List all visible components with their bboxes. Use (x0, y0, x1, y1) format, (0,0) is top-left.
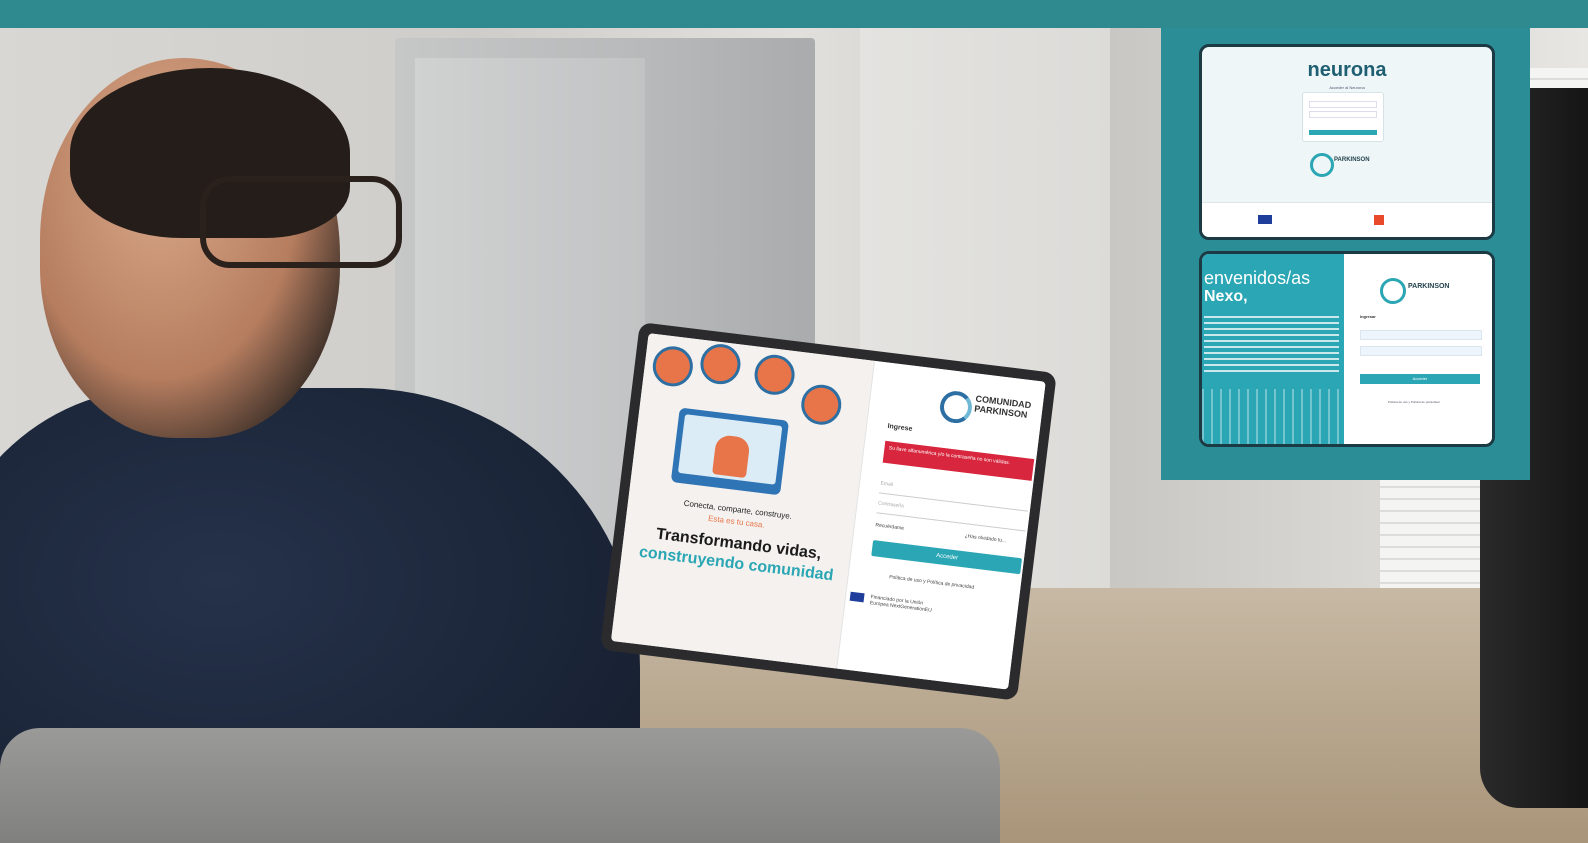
neurona-subtitle: Acceder al Neurona (1329, 85, 1365, 90)
parkinson-logo-text: PARKINSON (1408, 283, 1450, 290)
flower-illustration (1202, 389, 1344, 444)
comunidad-logo-icon (938, 389, 975, 426)
inset-screenshots-panel: neurona Acceder al Neurona PARKINSON env… (1161, 28, 1530, 480)
password-field[interactable] (1309, 111, 1377, 118)
privacy-link[interactable]: Política de uso y Política de privacidad (889, 574, 975, 590)
top-teal-banner (0, 0, 1588, 28)
sofa-cushion (0, 728, 1000, 843)
neurona-login-card: neurona Acceder al Neurona PARKINSON (1199, 44, 1495, 240)
glasses (200, 176, 402, 268)
monitor-illustration (670, 407, 790, 496)
remember-checkbox[interactable]: Recuérdame (875, 522, 904, 531)
eu-flag-icon (1258, 215, 1272, 224)
person-figure-icon (712, 434, 751, 479)
avatar-icon (698, 341, 743, 387)
funding-text: Financiado por la Unión Europea NextGene… (869, 594, 933, 614)
welcome-body-text (1204, 316, 1339, 376)
parkinson-logo-text: PARKINSON (1334, 157, 1370, 163)
recovery-plan-icon (1374, 215, 1384, 225)
form-title: Ingrese (887, 422, 913, 433)
parkinson-logo-icon (1380, 278, 1406, 304)
logo-text: COMUNIDAD PARKINSON (974, 394, 1032, 421)
email-field[interactable] (1360, 330, 1482, 340)
privacy-link[interactable]: Política de uso y Política de privacidad (1388, 400, 1439, 404)
avatar-icon (650, 344, 696, 389)
login-button[interactable]: Acceder (1360, 374, 1480, 384)
neurona-logo: neurona (1307, 59, 1387, 81)
neurona-login-form (1302, 92, 1384, 142)
funding-footer (1202, 202, 1492, 237)
eu-flag-icon (850, 591, 866, 603)
error-banner: Su llave alfanumérica y/o la contraseña … (883, 440, 1035, 481)
avatar-icon (752, 352, 797, 398)
welcome-illustration-panel: Conecta, comparte, construye. Esta es tu… (610, 333, 875, 669)
nexo-title: Nexo, (1204, 288, 1248, 305)
person-head (40, 58, 402, 438)
forgot-link[interactable]: ¿Has olvidado tu... (964, 533, 1006, 544)
welcome-title: envenidos/as (1204, 268, 1311, 288)
nexo-welcome-panel: envenidos/as Nexo, (1202, 254, 1344, 444)
login-panel: COMUNIDAD PARKINSON Ingrese Su llave alf… (836, 360, 1046, 690)
nexo-form-panel: PARKINSON Ingresar Acceder Política de u… (1344, 254, 1492, 444)
nexo-login-card: envenidos/as Nexo, PARKINSON Ingresar Ac… (1199, 251, 1495, 447)
laptop: Conecta, comparte, construye. Esta es tu… (599, 322, 1057, 701)
login-button[interactable]: Acceder (871, 540, 1023, 575)
parkinson-logo-icon (1310, 153, 1334, 177)
form-title: Ingresar (1360, 314, 1376, 319)
username-field[interactable] (1309, 101, 1377, 108)
password-field[interactable] (1360, 346, 1482, 356)
avatar-icon (798, 382, 844, 427)
login-button[interactable] (1309, 130, 1377, 135)
laptop-screen: Conecta, comparte, construye. Esta es tu… (610, 333, 1046, 690)
